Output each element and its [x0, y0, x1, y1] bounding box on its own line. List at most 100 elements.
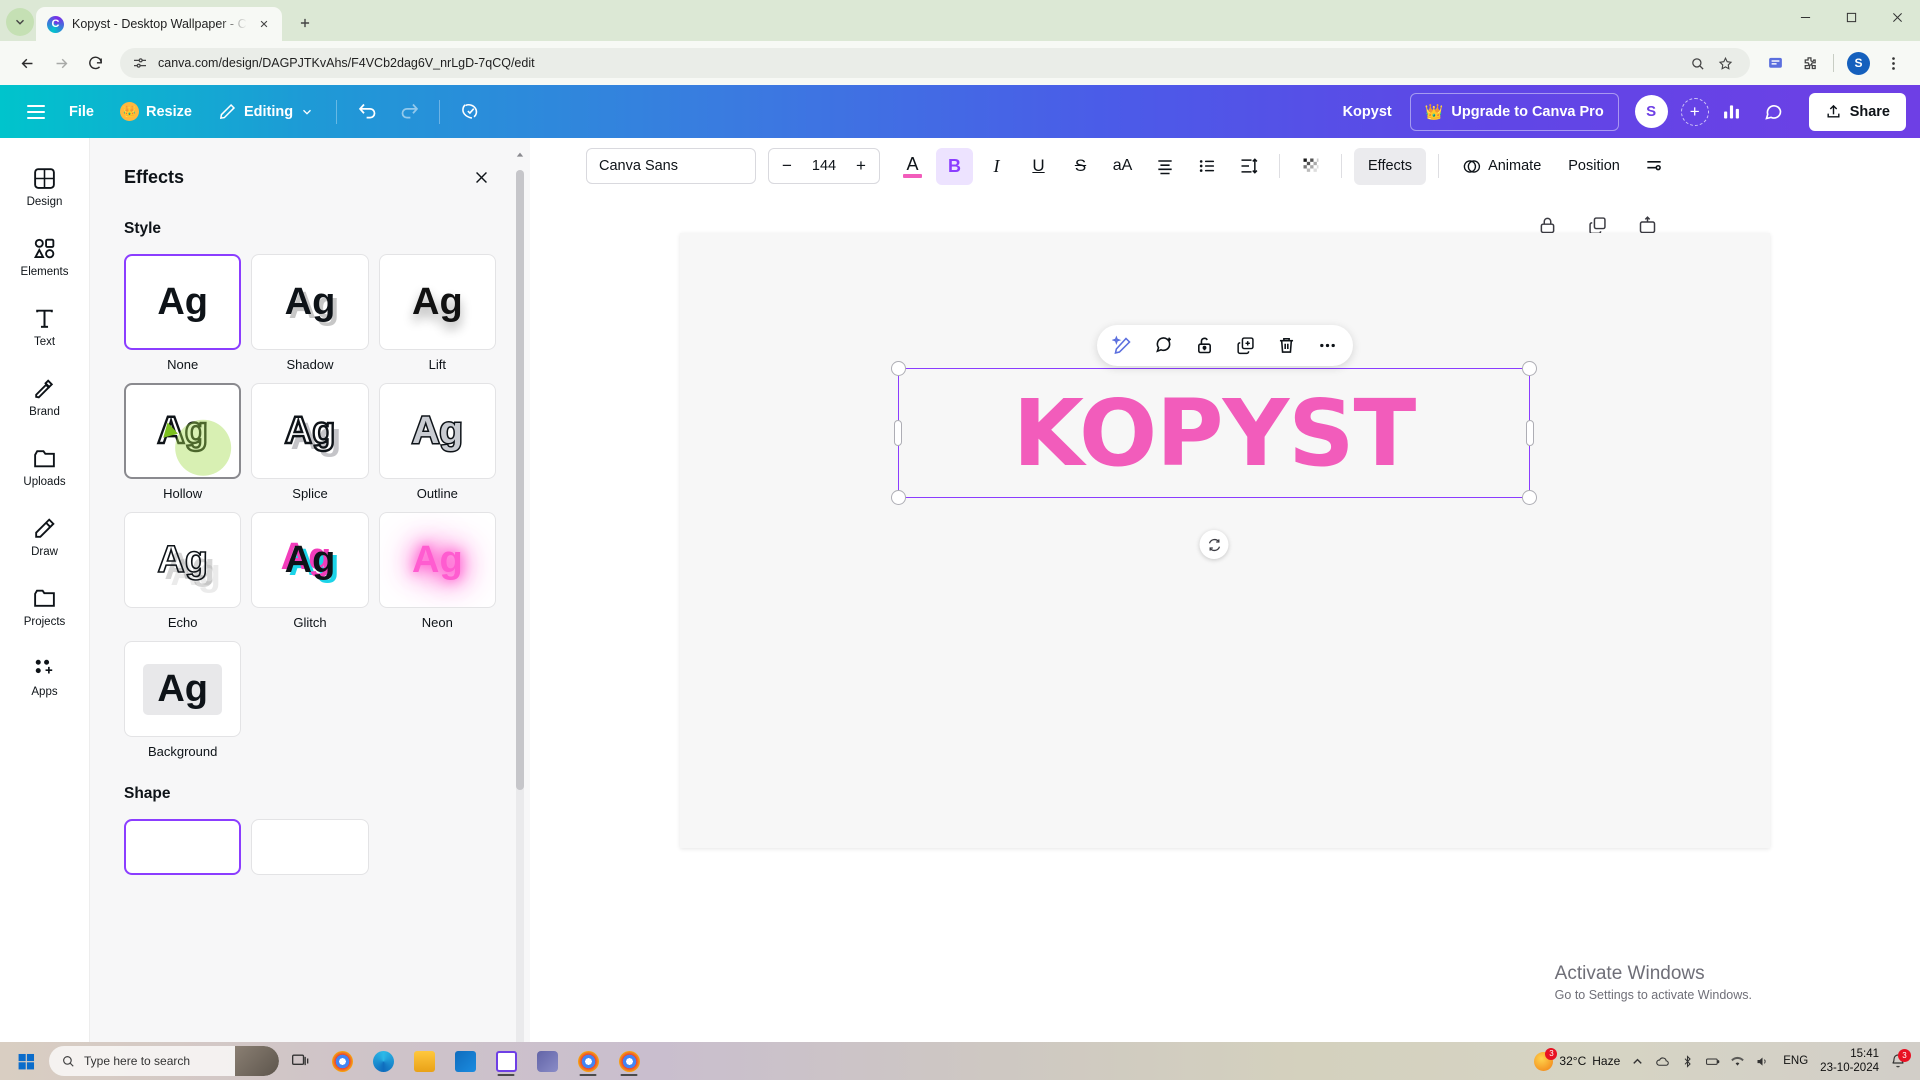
tray-onedrive-icon[interactable] [1654, 1053, 1671, 1070]
tray-wifi-icon[interactable] [1729, 1053, 1746, 1070]
undo-button[interactable] [348, 93, 386, 131]
effect-option-shadow[interactable]: Ag Shadow [251, 254, 369, 372]
effect-thumb-echo[interactable]: Ag [124, 512, 242, 608]
resize-handle-bottom-right[interactable] [1522, 490, 1537, 505]
effect-option-none[interactable]: Ag None [124, 254, 242, 372]
sidebar-item-draw[interactable]: Draw [8, 502, 82, 572]
taskbar-app-chrome-2[interactable] [610, 1045, 648, 1077]
upgrade-to-pro-button[interactable]: 👑 Upgrade to Canva Pro [1409, 92, 1619, 131]
effect-thumb-hollow[interactable]: Ag [124, 383, 242, 479]
weather-widget[interactable]: 3 32°C Haze [1534, 1047, 1620, 1071]
main-menu-button[interactable] [18, 94, 54, 130]
animate-button[interactable]: Animate [1451, 148, 1552, 185]
effect-option-background[interactable]: Ag Background [124, 641, 242, 759]
taskbar-app-chrome-alt[interactable] [323, 1045, 361, 1077]
back-button[interactable] [12, 48, 42, 78]
shape-option-curve[interactable] [251, 819, 369, 875]
taskbar-app-chrome[interactable] [569, 1045, 607, 1077]
scrollbar-thumb[interactable] [516, 170, 524, 790]
underline-button[interactable]: U [1020, 148, 1057, 185]
extension-icon[interactable] [1760, 48, 1790, 78]
font-size-value[interactable]: 144 [812, 158, 836, 174]
line-spacing-button[interactable] [1230, 148, 1267, 185]
tab-close-icon[interactable] [255, 15, 274, 34]
effect-option-hollow[interactable]: Ag Hollow [124, 383, 242, 501]
font-family-select[interactable]: Canva Sans [586, 148, 756, 184]
tray-bluetooth-icon[interactable] [1679, 1053, 1696, 1070]
effect-option-neon[interactable]: Ag Neon [378, 512, 496, 630]
resize-handle-top-right[interactable] [1522, 361, 1537, 376]
tab-search-chevron-icon[interactable] [6, 8, 34, 36]
duplicate-icon[interactable] [1233, 333, 1258, 358]
extensions-puzzle-icon[interactable] [1794, 48, 1824, 78]
effect-thumb-none[interactable]: Ag [124, 254, 242, 350]
tray-chevron-up-icon[interactable] [1629, 1053, 1646, 1070]
window-minimize-icon[interactable] [1782, 0, 1828, 34]
language-indicator[interactable]: ENG [1780, 1055, 1811, 1067]
text-color-button[interactable]: A [894, 148, 931, 185]
share-button[interactable]: Share [1808, 92, 1906, 131]
taskbar-search-box[interactable]: Type here to search [49, 1046, 279, 1076]
start-button[interactable] [6, 1045, 46, 1077]
tray-volume-icon[interactable] [1754, 1053, 1771, 1070]
reload-button[interactable] [80, 48, 110, 78]
design-page[interactable]: KOPYST [680, 233, 1770, 848]
sidebar-item-apps[interactable]: Apps [8, 642, 82, 712]
effect-option-lift[interactable]: Ag Lift [378, 254, 496, 372]
taskbar-app-edge[interactable] [364, 1045, 402, 1077]
resize-handle-right[interactable] [1526, 420, 1534, 446]
font-size-decrease-button[interactable]: − [779, 156, 795, 176]
rotate-handle[interactable] [1199, 530, 1229, 559]
address-bar[interactable]: canva.com/design/DAGPJTKvAhs/F4VCb2dag6V… [120, 48, 1750, 78]
effects-panel-scrollbar[interactable] [516, 148, 524, 1080]
browser-tab[interactable]: C Kopyst - Desktop Wallpaper - C [36, 7, 282, 41]
taskbar-app-outlook[interactable] [446, 1045, 484, 1077]
shape-option-none[interactable] [124, 819, 242, 875]
window-maximize-icon[interactable] [1828, 0, 1874, 34]
font-size-stepper[interactable]: − 144 + [768, 148, 880, 184]
bold-button[interactable]: B [936, 147, 973, 185]
lock-icon[interactable] [1192, 333, 1217, 358]
letter-case-button[interactable]: aA [1104, 148, 1141, 185]
invite-members-button[interactable]: + [1680, 97, 1709, 126]
sidebar-item-text[interactable]: Text [8, 292, 82, 362]
effect-thumb-glitch[interactable]: Ag [251, 512, 369, 608]
browser-menu-icon[interactable] [1878, 48, 1908, 78]
window-close-icon[interactable] [1874, 0, 1920, 34]
effect-thumb-outline[interactable]: Ag [378, 383, 496, 479]
design-title[interactable]: Kopyst [1329, 104, 1406, 120]
taskbar-app-explorer[interactable] [405, 1045, 443, 1077]
selected-text-element[interactable]: KOPYST [891, 361, 1537, 559]
effect-option-glitch[interactable]: Ag Glitch [251, 512, 369, 630]
file-menu-button[interactable]: File [58, 94, 105, 130]
italic-button[interactable]: I [978, 148, 1015, 185]
text-align-button[interactable] [1146, 148, 1183, 185]
taskbar-app-teams[interactable] [528, 1045, 566, 1077]
font-size-increase-button[interactable]: + [853, 156, 869, 176]
expand-toolbar-button[interactable] [1636, 148, 1673, 185]
tray-battery-icon[interactable] [1704, 1053, 1721, 1070]
sidebar-item-projects[interactable]: Projects [8, 572, 82, 642]
magic-edit-icon[interactable] [1110, 333, 1135, 358]
effect-thumb-shadow[interactable]: Ag [251, 254, 369, 350]
bookmark-star-icon[interactable] [1712, 50, 1738, 76]
effect-thumb-background[interactable]: Ag [124, 641, 242, 737]
effects-button[interactable]: Effects [1354, 147, 1427, 185]
forward-button[interactable] [46, 48, 76, 78]
resize-handle-bottom-left[interactable] [891, 490, 906, 505]
scroll-up-arrow-icon[interactable] [516, 148, 524, 162]
effect-option-outline[interactable]: Ag Outline [378, 383, 496, 501]
effect-option-echo[interactable]: Ag Echo [124, 512, 242, 630]
sidebar-item-uploads[interactable]: Uploads [8, 432, 82, 502]
position-button[interactable]: Position [1557, 148, 1631, 185]
comment-icon[interactable] [1151, 333, 1176, 358]
more-icon[interactable] [1315, 333, 1340, 358]
close-icon[interactable] [466, 162, 496, 192]
browser-profile-avatar[interactable]: S [1847, 51, 1870, 75]
resize-handle-left[interactable] [894, 420, 902, 446]
bullet-list-button[interactable] [1188, 148, 1225, 185]
comments-icon[interactable] [1755, 93, 1793, 131]
sidebar-item-brand[interactable]: Brand [8, 362, 82, 432]
strikethrough-button[interactable]: S [1062, 148, 1099, 185]
canvas-text-content[interactable]: KOPYST [899, 369, 1529, 497]
